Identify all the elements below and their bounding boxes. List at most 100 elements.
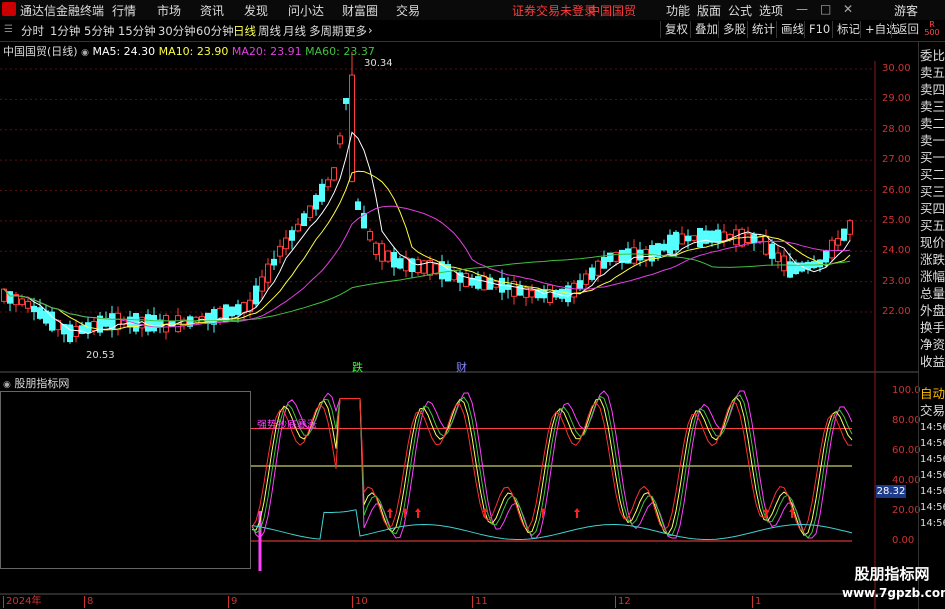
candle-body <box>781 255 787 272</box>
more-chevron-icon[interactable]: › <box>368 23 373 37</box>
candle-body <box>667 234 673 254</box>
candle-body <box>775 252 781 263</box>
chart-settings-icon[interactable]: ◉ <box>81 48 89 58</box>
menu-item-ask[interactable]: 问小达 <box>288 2 324 19</box>
indicator-tick-label: 60.00 <box>892 445 921 456</box>
indicator-popup-panel <box>0 391 251 569</box>
menu-item-quotes[interactable]: 行情 <box>112 2 136 19</box>
quote-field-label: 买三 <box>920 184 945 199</box>
tab-period-weekly[interactable]: 周线 <box>258 23 281 39</box>
candle-body <box>235 304 241 315</box>
menu-item-trade[interactable]: 交易 <box>396 2 420 19</box>
indicator-header: ◉ 股朋指标网 <box>3 375 69 391</box>
tab-period-multi[interactable]: 多周期 <box>309 23 344 39</box>
menu-item-function[interactable]: 功能 <box>666 2 690 19</box>
indicator-title[interactable]: 股朋指标网 <box>14 377 69 390</box>
f10-button[interactable]: F10 <box>804 21 834 38</box>
candle-body <box>595 260 601 276</box>
login-notice[interactable]: 证券交易未登录 <box>512 2 596 19</box>
candle-body <box>337 135 343 145</box>
indicator-tick-label: 20.00 <box>892 505 921 516</box>
candle-body <box>823 249 829 263</box>
menu-item-wealth[interactable]: 财富圈 <box>342 2 378 19</box>
candle-body <box>313 195 319 210</box>
quote-field-label: 买五 <box>920 218 945 233</box>
candle-body <box>379 243 385 262</box>
quote-field-label: 换手 <box>920 320 945 335</box>
event-marker-finance[interactable]: 财 <box>456 359 467 375</box>
menu-item-discover[interactable]: 发现 <box>244 2 268 19</box>
quote-field-label: 买二 <box>920 167 945 182</box>
menu-item-options[interactable]: 选项 <box>759 2 783 19</box>
candle-body <box>103 317 109 327</box>
multi-stock-button[interactable]: 多股 <box>718 21 750 38</box>
tab-period-5min[interactable]: 5分钟 <box>84 23 114 39</box>
candle-body <box>241 302 247 314</box>
indicator-lines <box>251 390 853 540</box>
tab-period-more[interactable]: 更多 <box>344 23 367 39</box>
menu-item-news[interactable]: 资讯 <box>200 2 224 19</box>
tab-period-daily[interactable]: 日线 <box>233 23 256 39</box>
close-icon[interactable]: ✕ <box>843 2 853 16</box>
tab-period-monthly[interactable]: 月线 <box>283 23 306 39</box>
menu-item-layout[interactable]: 版面 <box>697 2 721 19</box>
candle-body <box>73 325 79 337</box>
candle-body <box>31 305 37 313</box>
x-axis-label: 12 <box>615 596 631 608</box>
quote-field-label: 净资 <box>920 337 945 352</box>
candle-body <box>703 230 709 244</box>
tab-period-60min[interactable]: 60分钟 <box>196 23 234 39</box>
candle-body <box>685 235 691 242</box>
quote-field-label: 卖一 <box>920 133 945 148</box>
tab-period-1min[interactable]: 1分钟 <box>50 23 80 39</box>
price-tick-label: 28.00 <box>882 123 911 135</box>
candle-body <box>319 183 325 202</box>
tab-period-30min[interactable]: 30分钟 <box>158 23 196 39</box>
quote-mode-label: 自动 <box>920 386 945 401</box>
candle-body <box>289 230 295 241</box>
candle-body <box>367 231 373 241</box>
indicator-settings-icon[interactable]: ◉ <box>3 380 11 390</box>
candle-body <box>325 179 331 188</box>
minimize-icon[interactable]: — <box>796 2 808 16</box>
candle-body <box>763 235 769 255</box>
ma10-line <box>3 170 851 331</box>
event-marker-drop[interactable]: 跌 <box>352 359 363 375</box>
stats-button[interactable]: 统计 <box>747 21 779 38</box>
high-price-label: 30.34 <box>364 58 393 69</box>
guest-label[interactable]: 游客 <box>894 2 918 19</box>
candle-body <box>679 233 685 245</box>
price-tick-label: 25.00 <box>882 214 911 226</box>
price-tick-label: 29.00 <box>882 93 911 105</box>
maximize-icon[interactable]: □ <box>820 2 831 16</box>
candle-body <box>349 74 355 182</box>
candle-body <box>355 201 361 210</box>
candle-body <box>25 301 31 309</box>
buy-arrow-icon <box>387 508 393 518</box>
candle-body <box>109 313 115 330</box>
menu-item-market[interactable]: 市场 <box>157 2 181 19</box>
toolbar-menu-icon[interactable]: ☰ <box>4 24 13 35</box>
price-tick-label: 23.00 <box>882 275 911 287</box>
candle-body <box>145 314 151 332</box>
candle-body <box>613 251 619 262</box>
price-tick-label: 30.00 <box>882 63 911 74</box>
tab-period-timeshare[interactable]: 分时 <box>21 23 44 39</box>
x-axis-label: 1 <box>752 596 761 608</box>
back-button[interactable]: 返回 <box>891 21 923 38</box>
trade-time: 14:56 <box>920 502 945 513</box>
tab-period-15min[interactable]: 15分钟 <box>118 23 156 39</box>
candle-body <box>637 249 643 261</box>
candle-body <box>253 285 259 305</box>
candle-body <box>19 298 25 306</box>
quote-mode-label: 交易 <box>920 403 945 418</box>
candle-body <box>715 229 721 243</box>
candle-body <box>841 228 847 241</box>
candle-body <box>415 259 421 274</box>
candle-body <box>721 231 727 242</box>
menu-item-formula[interactable]: 公式 <box>728 2 752 19</box>
quote-field-label: 现价 <box>920 235 945 250</box>
adjust-button[interactable]: 复权 <box>660 21 692 38</box>
candle-body <box>481 275 487 291</box>
ma60-label: MA60: 23.37 <box>305 45 375 58</box>
